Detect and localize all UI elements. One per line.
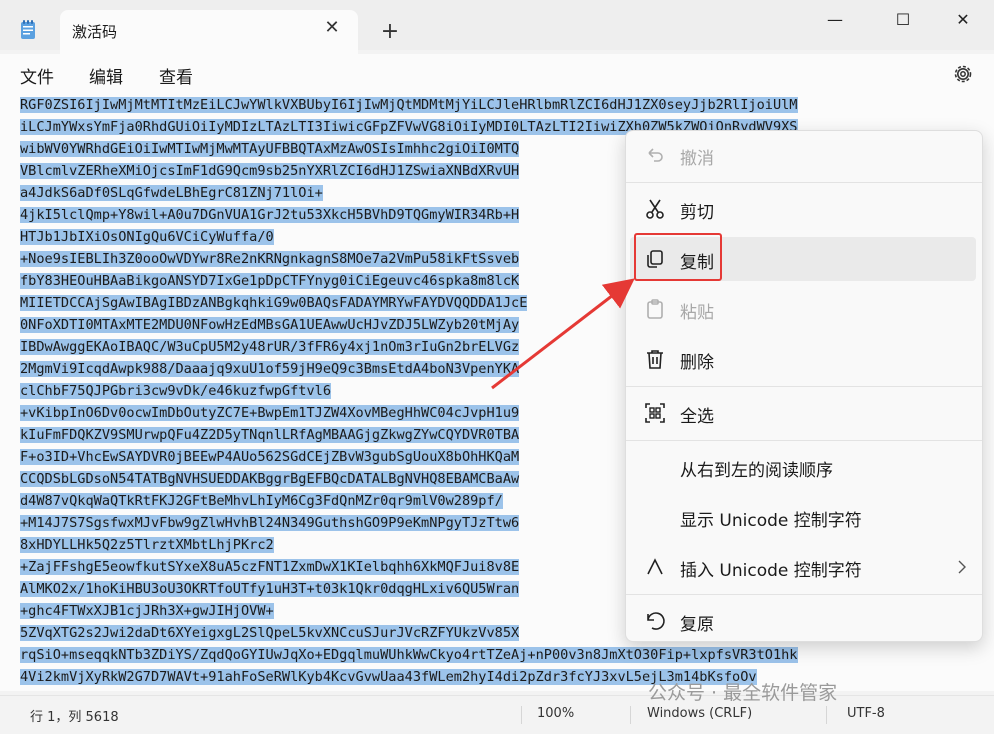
text-line: IBDwAwggEKAoIBAQC/W3uCpU5M2y48rUR/3fFR6y… bbox=[20, 336, 520, 358]
paste-icon bbox=[647, 299, 663, 319]
menu-select-all[interactable]: 全选 bbox=[630, 391, 976, 435]
menu-edit[interactable]: 编辑 bbox=[89, 63, 123, 88]
selected-text: IBDwAwggEKAoIBAQC/W3uCpU5M2y48rUR/3fFR6y… bbox=[20, 339, 520, 355]
menu-file[interactable]: 文件 bbox=[20, 63, 54, 88]
menu-rtl-reading-order[interactable]: 从右到左的阅读顺序 bbox=[630, 445, 976, 489]
text-line: +vKibpInO6Dv0ocwImDbOutyZC7E+BwpEm1TJZW4… bbox=[20, 402, 520, 424]
text-line: F+o3ID+VhcEwSAYDVR0jBEEwP4AUo562SGdCEjZB… bbox=[20, 446, 520, 468]
menu-insert-unicode[interactable]: 插入 Unicode 控制字符 bbox=[630, 545, 976, 589]
text-line: 8xHDYLLHk5Q2z5TlrztXMbtLhjPKrc2 bbox=[20, 534, 274, 556]
zoom-level: 100% bbox=[537, 706, 575, 721]
selected-text: 5ZVqXTG2s2Jwi2daDt6XYeigxgL2SlQpeL5kvXNC… bbox=[20, 625, 520, 641]
selected-text: a4JdkS6aDf0SLqGfwdeLBhEgrC81ZNj71lOi+ bbox=[20, 185, 323, 201]
notepad-app-icon bbox=[21, 20, 35, 39]
text-line: 4Vi2kmVjXyRkW2G7D7WAVt+91ahFoSeRWlKyb4Kc… bbox=[20, 666, 757, 688]
text-line: +Noe9sIEBLIh3Z0ooOwVDYwr8Re2nKRNgnkagnS8… bbox=[20, 248, 520, 270]
maximize-button[interactable]: ☐ bbox=[880, 6, 926, 34]
selected-text: AlMKO2x/1hoKiHBU3oU3OKRTfoUTfy1uH3T+t03k… bbox=[20, 581, 520, 597]
text-line: +M14J7S7SgsfwxMJvFbw9gZlwHvhBl24N349Guth… bbox=[20, 512, 520, 534]
text-line: a4JdkS6aDf0SLqGfwdeLBhEgrC81ZNj71lOi+ bbox=[20, 182, 323, 204]
selected-text: RGF0ZSI6IjIwMjMtMTItMzEiLCJwYWlkVXBUbyI6… bbox=[20, 97, 798, 113]
selected-text: rqSiO+mseqqkNTb3ZDiYS/ZqdQoGYIUwJqXo+EDg… bbox=[20, 647, 798, 663]
menu-cut[interactable]: 剪切 bbox=[630, 187, 976, 231]
context-menu: 撤消 剪切 复制 粘贴 删除 全选 从右到左的阅读顺序 显示 Unicode 控… bbox=[625, 130, 983, 642]
selected-text: wibWV0YWRhdGEiOiIwMTIwMjMwMTAyUFBBQTAxMz… bbox=[20, 141, 520, 157]
tab-title: 激活码 bbox=[72, 23, 118, 41]
undo-icon bbox=[648, 148, 663, 162]
selected-text: VBlcmlvZERheXMiOjcsImF1dG9Qcm9sb25nYXRlZ… bbox=[20, 163, 520, 179]
status-bar: 行 1，列 5618 100% Windows (CRLF) UTF-8 bbox=[0, 695, 994, 734]
text-line: fbY83HEOuHBAaBikgoANSYD7IxGe1pDpCTFYnyg0… bbox=[20, 270, 520, 292]
text-line: kIuFmFDQKZV9SMUrwpQFu4Z2D5yTNqnlLRfAgMBA… bbox=[20, 424, 520, 446]
menu-delete[interactable]: 删除 bbox=[630, 337, 976, 381]
menu-view[interactable]: 查看 bbox=[159, 63, 193, 88]
text-line: 4jkI5lclQmp+Y8wil+A0u7DGnVUA1GrJ2tu53Xkc… bbox=[20, 204, 520, 226]
selected-text: fbY83HEOuHBAaBikgoANSYD7IxGe1pDpCTFYnyg0… bbox=[20, 273, 520, 289]
text-line: +ZajFFshgE5eowfkutSYxeX8uA5czFNT1ZxmDwX1… bbox=[20, 556, 520, 578]
reconvert-icon bbox=[647, 612, 665, 630]
selected-text: +ZajFFshgE5eowfkutSYxeX8uA5czFNT1ZxmDwX1… bbox=[20, 559, 520, 575]
title-bar: 激活码 ✕ + — ☐ ✕ bbox=[0, 0, 994, 54]
text-line: RGF0ZSI6IjIwMjMtMTItMzEiLCJwYWlkVXBUbyI6… bbox=[20, 94, 798, 116]
selected-text: 2MgmVi9IcqdAwpk988/Daaajq9xuU1of59jH9eQ9… bbox=[20, 361, 520, 377]
selected-text: d4W87vQkqWaQTkRtFKJ2GFtBeMhvLhIyM6Cg3FdQ… bbox=[20, 493, 503, 509]
menu-bar: 文件 编辑 查看 bbox=[0, 54, 994, 94]
line-ending: Windows (CRLF) bbox=[647, 706, 753, 721]
watermark: 公众号 · 最全软件管家 bbox=[648, 682, 838, 704]
selected-text: CCQDSbLGDsoN54TATBgNVHSUEDDAKBggrBgEFBQc… bbox=[20, 471, 520, 487]
menu-reconvert[interactable]: 复原 bbox=[630, 599, 976, 643]
selected-text: 8xHDYLLHk5Q2z5TlrztXMbtLhjPKrc2 bbox=[20, 537, 274, 553]
new-tab-button[interactable]: + bbox=[378, 20, 402, 44]
gear-icon[interactable] bbox=[950, 61, 976, 87]
caret-up-icon bbox=[647, 558, 663, 575]
close-window-button[interactable]: ✕ bbox=[940, 6, 986, 34]
selected-text: MIIETDCCAjSgAwIBAgIBDzANBgkqhkiG9w0BAQsF… bbox=[20, 295, 528, 311]
text-line: 2MgmVi9IcqdAwpk988/Daaajq9xuU1of59jH9eQ9… bbox=[20, 358, 520, 380]
select-all-icon bbox=[645, 403, 665, 423]
text-line: +ghc4FTWxXJB1cjJRh3X+gwJIHjOVW+ bbox=[20, 600, 274, 622]
menu-show-unicode[interactable]: 显示 Unicode 控制字符 bbox=[630, 495, 976, 539]
text-line: clChbF75QJPGbri3cw9vDk/e46kuzfwpGftvl6 bbox=[20, 380, 331, 402]
encoding: UTF-8 bbox=[847, 706, 885, 721]
text-line: AlMKO2x/1hoKiHBU3oU3OKRTfoUTfy1uH3T+t03k… bbox=[20, 578, 520, 600]
text-line: VBlcmlvZERheXMiOjcsImF1dG9Qcm9sb25nYXRlZ… bbox=[20, 160, 520, 182]
scissors-icon bbox=[646, 199, 664, 219]
selected-text: HTJb1JbIXiOsONIgQu6VCiCyWuffa/0 bbox=[20, 229, 274, 245]
menu-paste[interactable]: 粘贴 bbox=[630, 287, 976, 331]
selected-text: +vKibpInO6Dv0ocwImDbOutyZC7E+BwpEm1TJZW4… bbox=[20, 405, 520, 421]
selected-text: 4jkI5lclQmp+Y8wil+A0u7DGnVUA1GrJ2tu53Xkc… bbox=[20, 207, 520, 223]
text-line: rqSiO+mseqqkNTb3ZDiYS/ZqdQoGYIUwJqXo+EDg… bbox=[20, 644, 798, 666]
trash-icon bbox=[647, 350, 663, 369]
text-line: 5ZVqXTG2s2Jwi2daDt6XYeigxgL2SlQpeL5kvXNC… bbox=[20, 622, 520, 644]
text-line: MIIETDCCAjSgAwIBAgIBDzANBgkqhkiG9w0BAQsF… bbox=[20, 292, 528, 314]
annotation-highlight-box bbox=[634, 233, 722, 281]
menu-undo[interactable]: 撤消 bbox=[630, 133, 976, 177]
text-line: HTJb1JbIXiOsONIgQu6VCiCyWuffa/0 bbox=[20, 226, 274, 248]
selected-text: kIuFmFDQKZV9SMUrwpQFu4Z2D5yTNqnlLRfAgMBA… bbox=[20, 427, 520, 443]
selected-text: +Noe9sIEBLIh3Z0ooOwVDYwr8Re2nKRNgnkagnS8… bbox=[20, 251, 520, 267]
text-line: 0NFoXDTI0MTAxMTE2MDU0NFowHzEdMBsGA1UEAww… bbox=[20, 314, 520, 336]
selected-text: F+o3ID+VhcEwSAYDVR0jBEEwP4AUo562SGdCEjZB… bbox=[20, 449, 520, 465]
chevron-right-icon bbox=[958, 560, 966, 574]
text-line: CCQDSbLGDsoN54TATBgNVHSUEDDAKBggrBgEFBQc… bbox=[20, 468, 520, 490]
text-line: d4W87vQkqWaQTkRtFKJ2GFtBeMhvLhIyM6Cg3FdQ… bbox=[20, 490, 503, 512]
selected-text: +M14J7S7SgsfwxMJvFbw9gZlwHvhBl24N349Guth… bbox=[20, 515, 520, 531]
selected-text: +ghc4FTWxXJB1cjJRh3X+gwJIHjOVW+ bbox=[20, 603, 274, 619]
minimize-button[interactable]: — bbox=[812, 6, 858, 34]
selected-text: 4Vi2kmVjXyRkW2G7D7WAVt+91ahFoSeRWlKyb4Kc… bbox=[20, 669, 757, 685]
tab-close-icon[interactable]: ✕ bbox=[320, 16, 344, 40]
cursor-position: 行 1，列 5618 bbox=[30, 710, 119, 725]
text-line: wibWV0YWRhdGEiOiIwMTIwMjMwMTAyUFBBQTAxMz… bbox=[20, 138, 520, 160]
selected-text: clChbF75QJPGbri3cw9vDk/e46kuzfwpGftvl6 bbox=[20, 383, 331, 399]
selected-text: 0NFoXDTI0MTAxMTE2MDU0NFowHzEdMBsGA1UEAww… bbox=[20, 317, 520, 333]
tab-document[interactable]: 激活码 ✕ bbox=[60, 10, 358, 54]
